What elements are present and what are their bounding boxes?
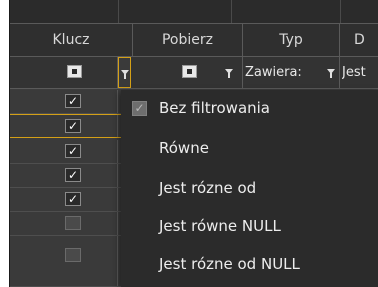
row-cell-klucz: ✓ (10, 115, 118, 137)
menu-item-equal[interactable]: Równe (121, 130, 378, 167)
column-separator (231, 0, 232, 23)
filter-cell-d[interactable]: Jest (340, 57, 378, 88)
menu-item-not-equal[interactable]: Jest rózne od (121, 170, 378, 207)
filter-cell-typ[interactable]: Zawiera: (243, 57, 340, 88)
menu-item-is-not-null[interactable]: Jest rózne od NULL (121, 246, 378, 283)
column-header-pobierz[interactable]: Pobierz (133, 24, 243, 56)
filter-checkbox-klucz[interactable] (67, 65, 82, 78)
row-cell-klucz: ✓ (10, 188, 118, 211)
menu-item-label: Równe (159, 139, 209, 157)
check-icon: ✓ (132, 101, 147, 116)
row-cell-klucz (10, 212, 118, 235)
grid-top-strip (10, 0, 378, 23)
filter-checkbox-pobierz[interactable] (182, 65, 197, 78)
column-separator (340, 0, 341, 23)
column-header-klucz[interactable]: Klucz (10, 24, 133, 56)
row-checkbox[interactable] (65, 216, 81, 230)
funnel-icon[interactable] (327, 69, 335, 78)
row-cell-klucz: ✓ (10, 164, 118, 187)
filter-dropdown-menu: ✓ Bez filtrowania Równe Jest rózne od Je… (121, 90, 378, 287)
menu-item-label: Jest rózne od (159, 179, 257, 197)
row-checkbox[interactable] (65, 248, 81, 262)
menu-item-label: Jest równe NULL (159, 217, 281, 235)
row-checkbox[interactable]: ✓ (65, 192, 81, 206)
menu-item-label: Jest rózne od NULL (159, 255, 300, 273)
filter-text-typ[interactable]: Zawiera: (245, 57, 323, 88)
column-separator (118, 0, 119, 23)
column-header-d[interactable]: D (340, 24, 378, 56)
row-checkbox[interactable]: ✓ (65, 144, 81, 158)
funnel-icon[interactable] (225, 69, 233, 78)
filter-cell-klucz[interactable] (10, 57, 118, 88)
menu-item-no-filter[interactable]: ✓ Bez filtrowania (121, 90, 378, 127)
row-checkbox[interactable]: ✓ (65, 94, 81, 108)
row-cell-klucz: ✓ (10, 140, 118, 163)
funnel-icon (121, 70, 129, 79)
row-cell-klucz: ✓ (10, 90, 118, 113)
column-header-row: Klucz Pobierz Typ D (10, 23, 378, 57)
filter-row: Zawiera: Jest (10, 57, 378, 89)
menu-item-is-null[interactable]: Jest równe NULL (121, 208, 378, 245)
row-checkbox[interactable]: ✓ (65, 168, 81, 182)
column-header-typ[interactable]: Typ (243, 24, 340, 56)
filter-text-d[interactable]: Jest (342, 57, 378, 88)
row-cell-klucz (10, 236, 118, 286)
menu-item-label: Bez filtrowania (159, 99, 270, 117)
filter-button-klucz[interactable] (118, 57, 131, 88)
row-checkbox[interactable]: ✓ (65, 119, 81, 133)
filter-cell-pobierz[interactable] (133, 57, 243, 88)
